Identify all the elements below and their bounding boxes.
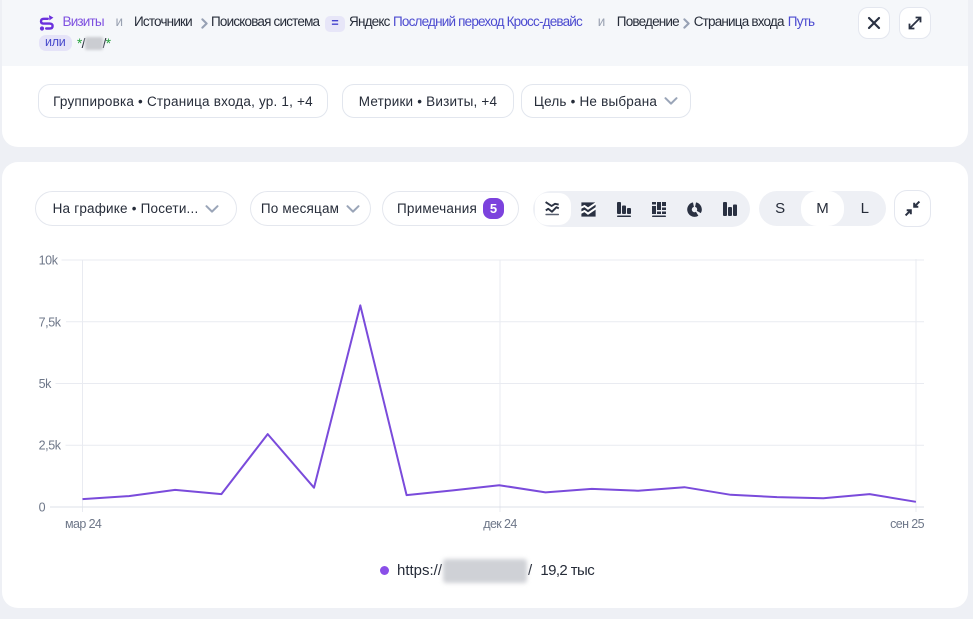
svg-text:7,5k: 7,5k — [39, 315, 62, 329]
svg-text:0: 0 — [39, 501, 46, 515]
svg-text:5k: 5k — [39, 377, 53, 391]
svg-text:2,5k: 2,5k — [39, 439, 62, 453]
svg-text:10k: 10k — [39, 254, 59, 268]
svg-text:мар 24: мар 24 — [65, 517, 102, 531]
svg-text:сен 25: сен 25 — [890, 517, 925, 531]
svg-text:дек 24: дек 24 — [483, 517, 517, 531]
